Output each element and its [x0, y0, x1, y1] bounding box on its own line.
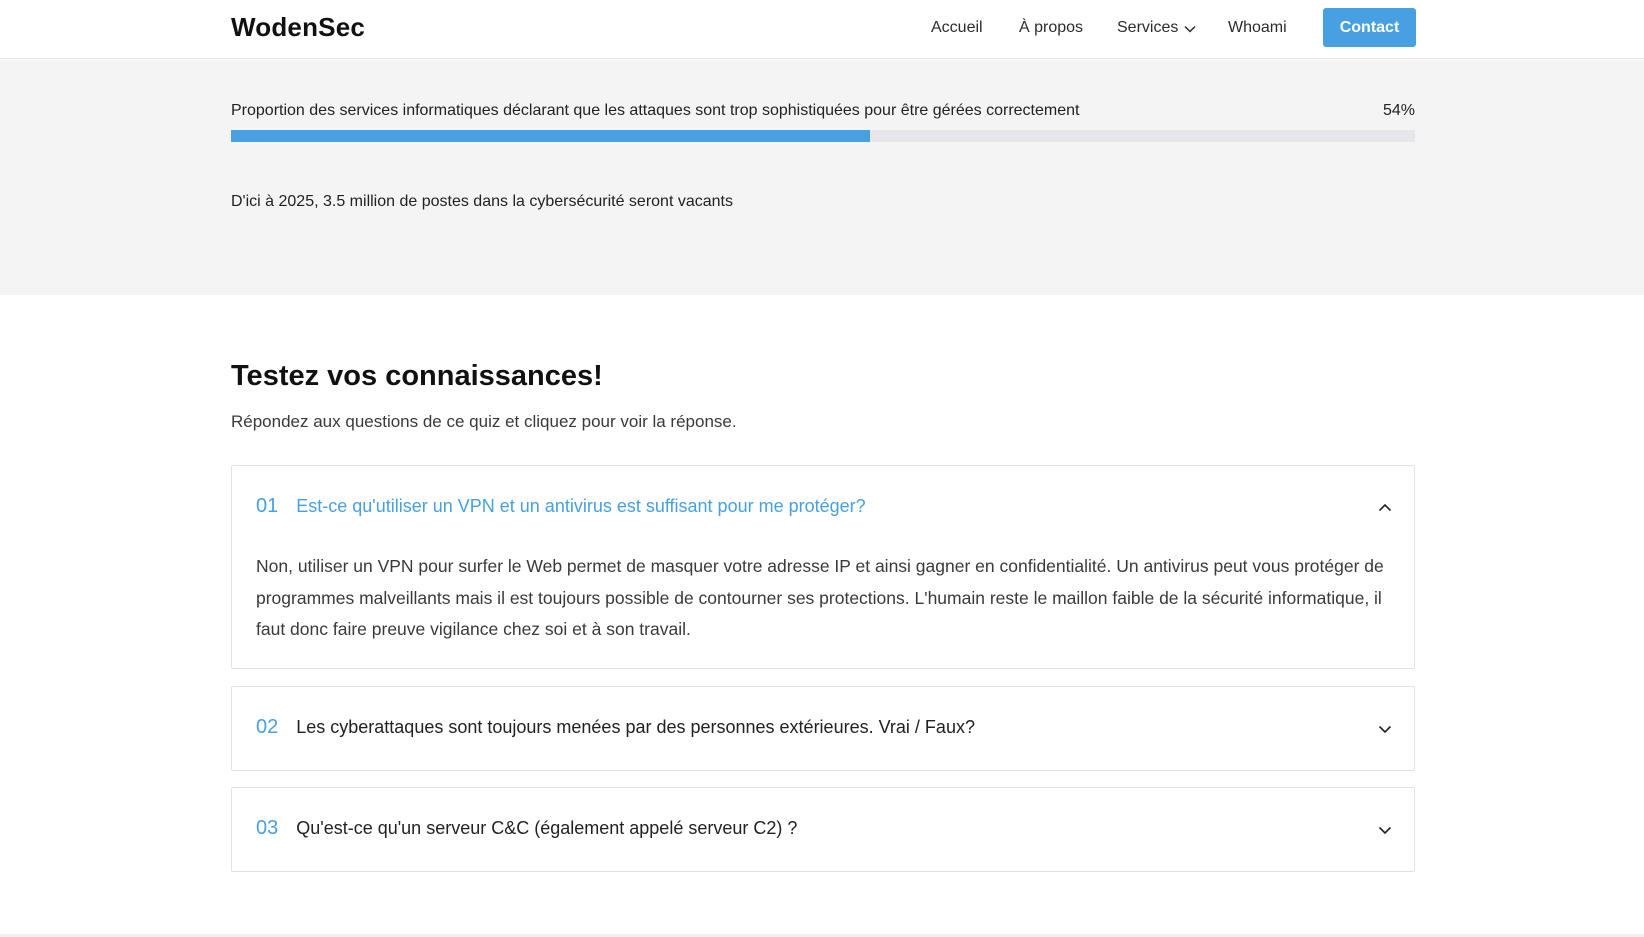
chevron-up-icon[interactable]	[1378, 503, 1392, 512]
progress-bar	[231, 130, 1415, 142]
progress-bar-fill	[231, 130, 871, 142]
chevron-down-icon[interactable]	[1378, 826, 1392, 835]
faq-header-1[interactable]: 01 Est-ce qu'utiliser un VPN et un antiv…	[256, 495, 866, 518]
faq-question: Qu'est-ce qu'un serveur C&C (également a…	[296, 818, 798, 838]
faq-number: 01	[256, 495, 279, 517]
faq-answer: Non, utiliser un VPN pour surfer le Web …	[256, 556, 1384, 639]
nav-link-accueil[interactable]: Accueil	[931, 19, 983, 37]
nav-link-whoami[interactable]: Whoami	[1228, 19, 1287, 37]
faq-item-2[interactable]: 02 Les cyberattaques sont toujours menée…	[231, 686, 1415, 771]
faq-number: 03	[256, 817, 279, 839]
faq-header-3[interactable]: 03 Qu'est-ce qu'un serveur C&C (égalemen…	[256, 817, 797, 840]
chevron-down-icon	[1184, 25, 1196, 33]
stat-fact: D'ici à 2025, 3.5 million de postes dans…	[231, 193, 733, 210]
faq-item-1[interactable]: 01 Est-ce qu'utiliser un VPN et un antiv…	[231, 465, 1415, 669]
nav-services-label: Services	[1117, 19, 1179, 36]
contact-button[interactable]: Contact	[1323, 8, 1416, 47]
faq-number: 02	[256, 716, 279, 738]
site-header: WodenSec Accueil À propos Services Whoam…	[0, 0, 1644, 59]
faq-question: Les cyberattaques sont toujours menées p…	[296, 717, 975, 737]
quiz-title: Testez vos connaissances!	[231, 360, 603, 392]
nav-link-apropos[interactable]: À propos	[1019, 19, 1083, 37]
quiz-subtitle: Répondez aux questions de ce quiz et cli…	[231, 412, 737, 431]
faq-item-3[interactable]: 03 Qu'est-ce qu'un serveur C&C (égalemen…	[231, 787, 1415, 872]
site-logo[interactable]: WodenSec	[231, 12, 365, 43]
stats-section: Proportion des services informatiques dé…	[0, 60, 1644, 295]
progress-value: 54%	[1382, 102, 1415, 119]
faq-header-2[interactable]: 02 Les cyberattaques sont toujours menée…	[256, 716, 975, 739]
faq-question: Est-ce qu'utiliser un VPN et un antiviru…	[296, 496, 866, 516]
progress-label: Proportion des services informatiques dé…	[231, 102, 1080, 119]
chevron-down-icon[interactable]	[1378, 725, 1392, 734]
nav-link-services[interactable]: Services	[1117, 19, 1196, 37]
